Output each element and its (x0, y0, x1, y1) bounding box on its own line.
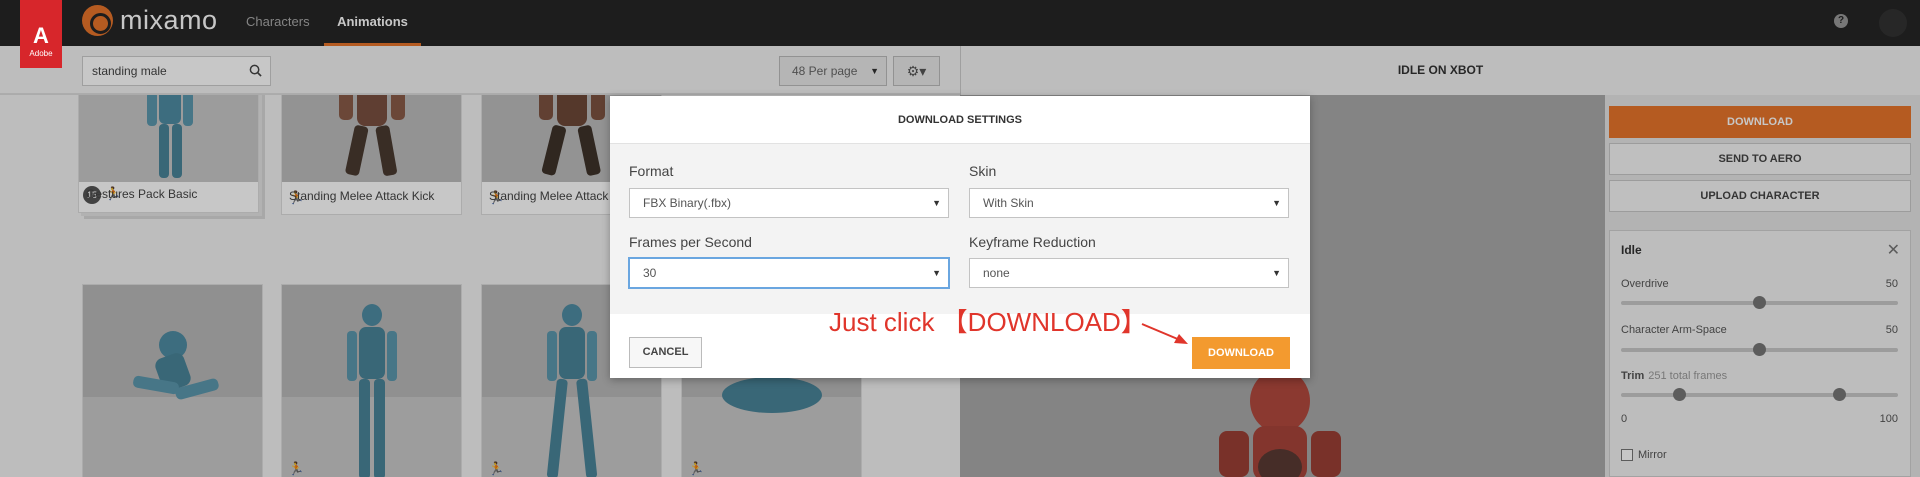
keyframe-reduction-label: Keyframe Reduction (969, 234, 1096, 250)
chevron-down-icon: ▼ (932, 198, 941, 208)
format-label: Format (629, 163, 674, 179)
chevron-down-icon: ▼ (1272, 268, 1281, 278)
format-select[interactable]: FBX Binary(.fbx) ▼ (629, 188, 949, 218)
dialog-body: Format FBX Binary(.fbx) ▼ Skin With Skin… (610, 144, 1310, 314)
keyframe-reduction-value: none (983, 266, 1010, 280)
adobe-logo-icon: A (33, 23, 49, 48)
skin-select[interactable]: With Skin ▼ (969, 188, 1289, 218)
cancel-button[interactable]: CANCEL (629, 337, 702, 368)
format-value: FBX Binary(.fbx) (643, 196, 732, 210)
fps-value: 30 (643, 266, 657, 280)
annotation-text: Just click 【DOWNLOAD】 (829, 307, 1147, 337)
keyframe-reduction-select[interactable]: none ▼ (969, 258, 1289, 288)
fps-select[interactable]: 30 ▼ (629, 258, 949, 288)
skin-label: Skin (969, 163, 997, 179)
dialog-title: DOWNLOAD SETTINGS (610, 96, 1310, 144)
adobe-logo[interactable]: A Adobe (20, 0, 62, 68)
annotation-arrow-icon (1141, 323, 1188, 344)
fps-label: Frames per Second (629, 234, 752, 250)
adobe-wordmark: Adobe (29, 49, 53, 58)
chevron-down-icon: ▼ (1272, 198, 1281, 208)
chevron-down-icon: ▼ (932, 268, 941, 278)
skin-value: With Skin (983, 196, 1034, 210)
dialog-download-button[interactable]: DOWNLOAD (1192, 337, 1290, 369)
